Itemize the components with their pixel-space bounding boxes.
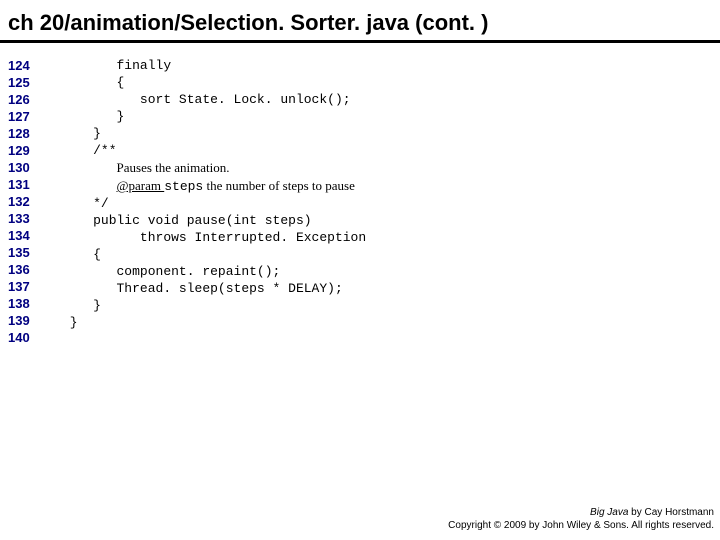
code-line: Thread. sleep(steps * DELAY); [70, 280, 366, 297]
line-number: 133 [8, 210, 30, 227]
code-line: component. repaint(); [70, 263, 366, 280]
code-line: throws Interrupted. Exception [70, 229, 366, 246]
code-area: 124 125 126 127 128 129 130 131 132 133 … [0, 57, 720, 346]
line-number: 124 [8, 57, 30, 74]
line-number: 128 [8, 125, 30, 142]
doc-text: Pauses the animation. [117, 160, 230, 175]
code-lines: finally { sort State. Lock. unlock(); } … [70, 57, 366, 346]
doc-text: the number of steps to pause [203, 178, 355, 193]
footer-line1: Big Java by Cay Horstmann [448, 506, 714, 519]
param-tag: @param [117, 178, 165, 193]
code-line: } [70, 314, 366, 331]
line-numbers: 124 125 126 127 128 129 130 131 132 133 … [8, 57, 70, 346]
line-number: 138 [8, 295, 30, 312]
line-number: 131 [8, 176, 30, 193]
line-number: 136 [8, 261, 30, 278]
line-number: 125 [8, 74, 30, 91]
line-number: 132 [8, 193, 30, 210]
line-number: 135 [8, 244, 30, 261]
footer: Big Java by Cay Horstmann Copyright © 20… [448, 506, 714, 532]
line-number: 127 [8, 108, 30, 125]
line-number: 130 [8, 159, 30, 176]
code-line: */ [70, 195, 366, 212]
code-line: public void pause(int steps) [70, 212, 366, 229]
code-line: finally [70, 57, 366, 74]
line-number: 129 [8, 142, 30, 159]
footer-copyright: Copyright © 2009 by John Wiley & Sons. A… [448, 519, 714, 532]
code-line: sort State. Lock. unlock(); [70, 91, 366, 108]
line-number: 126 [8, 91, 30, 108]
line-number: 140 [8, 329, 30, 346]
line-number: 137 [8, 278, 30, 295]
line-number: 134 [8, 227, 30, 244]
code-line: @param steps the number of steps to paus… [70, 177, 366, 195]
code-line: { [70, 74, 366, 91]
book-title: Big Java [590, 507, 628, 518]
code-line: { [70, 246, 366, 263]
code-line: Pauses the animation. [70, 159, 366, 177]
code-line: } [70, 125, 366, 142]
code-line: /** [70, 142, 366, 159]
code-line: } [70, 297, 366, 314]
slide-title: ch 20/animation/Selection. Sorter. java … [0, 0, 720, 43]
code-line: } [70, 108, 366, 125]
line-number: 139 [8, 312, 30, 329]
